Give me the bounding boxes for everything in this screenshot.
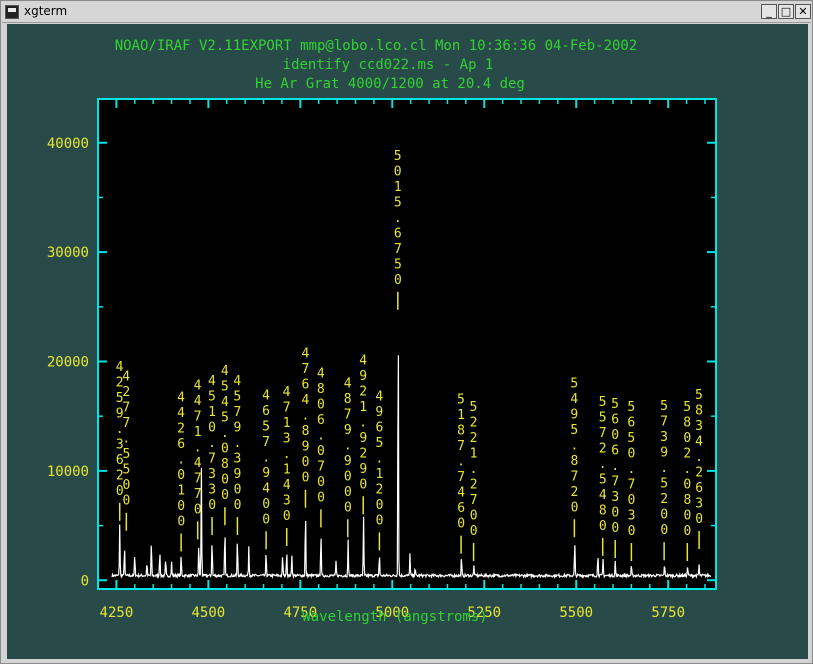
line-id-label: 4965.1200: [375, 389, 383, 551]
line-id-label: 5834.2630: [695, 388, 703, 549]
header-line-3: He Ar Grat 4000/1200 at 20.4 deg: [255, 76, 525, 92]
x-tick-label: 5500: [559, 605, 593, 621]
x-tick-label: 4500: [191, 605, 225, 621]
y-tick-label: 40000: [47, 136, 89, 152]
line-id-text: 4426.0100: [177, 390, 185, 529]
line-id-text: 4879.9000: [344, 376, 352, 515]
line-id-text: 5739.5200: [660, 399, 668, 538]
line-id-text: 4713.1430: [283, 385, 291, 524]
line-id-text: 5572.5480: [599, 395, 607, 534]
y-tick-label: 0: [81, 573, 89, 589]
plot-area: [98, 99, 716, 589]
line-id-text: 4510.7330: [208, 374, 216, 513]
line-id-text: 5606.7300: [611, 397, 619, 536]
line-id-label: 5572.5480: [599, 395, 607, 556]
xgterm-window: xgterm _ □ ✕ NOAO/IRAF V2.11EXPORT mmp@l…: [0, 0, 813, 664]
line-id-label: 5221.2700: [470, 400, 478, 561]
identify-plot: NOAO/IRAF V2.11EXPORT mmp@lobo.lco.cl Mo…: [47, 38, 717, 625]
line-id-label: 4510.7330: [208, 374, 216, 536]
line-id-label: 4277.5500: [122, 370, 130, 531]
line-id-text: 4657.9400: [262, 388, 270, 527]
line-id-label: 4921.9290: [359, 353, 367, 515]
maximize-button[interactable]: □: [778, 4, 794, 19]
line-id-label: 4879.9000: [344, 376, 352, 538]
header-line-2: identify ccd022.ms - Ap 1: [283, 57, 494, 73]
y-tick-label: 20000: [47, 355, 89, 371]
line-id-text: 5650.7030: [627, 400, 635, 539]
line-id-label: 4545.0800: [221, 364, 229, 526]
line-id-text: 4471.4770: [194, 378, 202, 517]
line-id-label: 4713.1430: [283, 385, 291, 546]
line-id-text: 4806.0700: [317, 366, 325, 505]
line-id-label: 4426.0100: [177, 390, 185, 552]
minimize-button[interactable]: _: [761, 4, 777, 19]
line-id-text: 5187.7460: [457, 393, 465, 532]
line-id-text: 5495.8720: [570, 376, 578, 515]
line-id-text: 5221.2700: [470, 400, 478, 539]
terminal-icon[interactable]: [5, 5, 19, 19]
line-id-text: 4965.1200: [375, 389, 383, 528]
header-line-1: NOAO/IRAF V2.11EXPORT mmp@lobo.lco.cl Mo…: [115, 38, 638, 54]
line-id-label: 5739.5200: [660, 399, 668, 561]
line-id-text: 5834.2630: [695, 388, 703, 527]
line-id-label: 4657.9400: [262, 388, 270, 550]
line-id-label: 5015.6750: [394, 149, 402, 310]
line-id-text: 4579.3900: [233, 374, 241, 513]
line-id-label: 5802.0800: [683, 400, 691, 561]
line-id-label: 5650.7030: [627, 400, 635, 561]
line-id-label: 5495.8720: [570, 376, 578, 538]
line-id-text: 4764.8900: [301, 347, 309, 486]
close-button[interactable]: ✕: [795, 4, 811, 19]
line-id-label: 4806.0700: [317, 366, 325, 528]
line-id-text: 4921.9290: [359, 353, 367, 492]
line-id-label: 5606.7300: [611, 397, 619, 559]
window-title: xgterm: [24, 4, 68, 18]
line-id-text: 4277.5500: [122, 370, 130, 509]
title-bar[interactable]: xgterm _ □ ✕: [2, 2, 811, 23]
line-id-text: 4545.0800: [221, 364, 229, 503]
x-axis-label: Wavelength (angstroms): [302, 609, 487, 625]
line-id-text: 5015.6750: [394, 149, 402, 288]
x-tick-label: 4250: [100, 605, 134, 621]
y-tick-label: 30000: [47, 245, 89, 261]
y-tick-label: 10000: [47, 464, 89, 480]
graphics-terminal[interactable]: NOAO/IRAF V2.11EXPORT mmp@lobo.lco.cl Mo…: [7, 24, 808, 659]
line-id-text: 5802.0800: [683, 400, 691, 539]
line-id-label: 4471.4770: [194, 378, 202, 540]
line-id-label: 4764.8900: [301, 347, 310, 508]
line-id-label: 4579.3900: [233, 374, 241, 536]
line-id-label: 5187.7460: [457, 393, 465, 554]
x-tick-label: 5750: [651, 605, 685, 621]
